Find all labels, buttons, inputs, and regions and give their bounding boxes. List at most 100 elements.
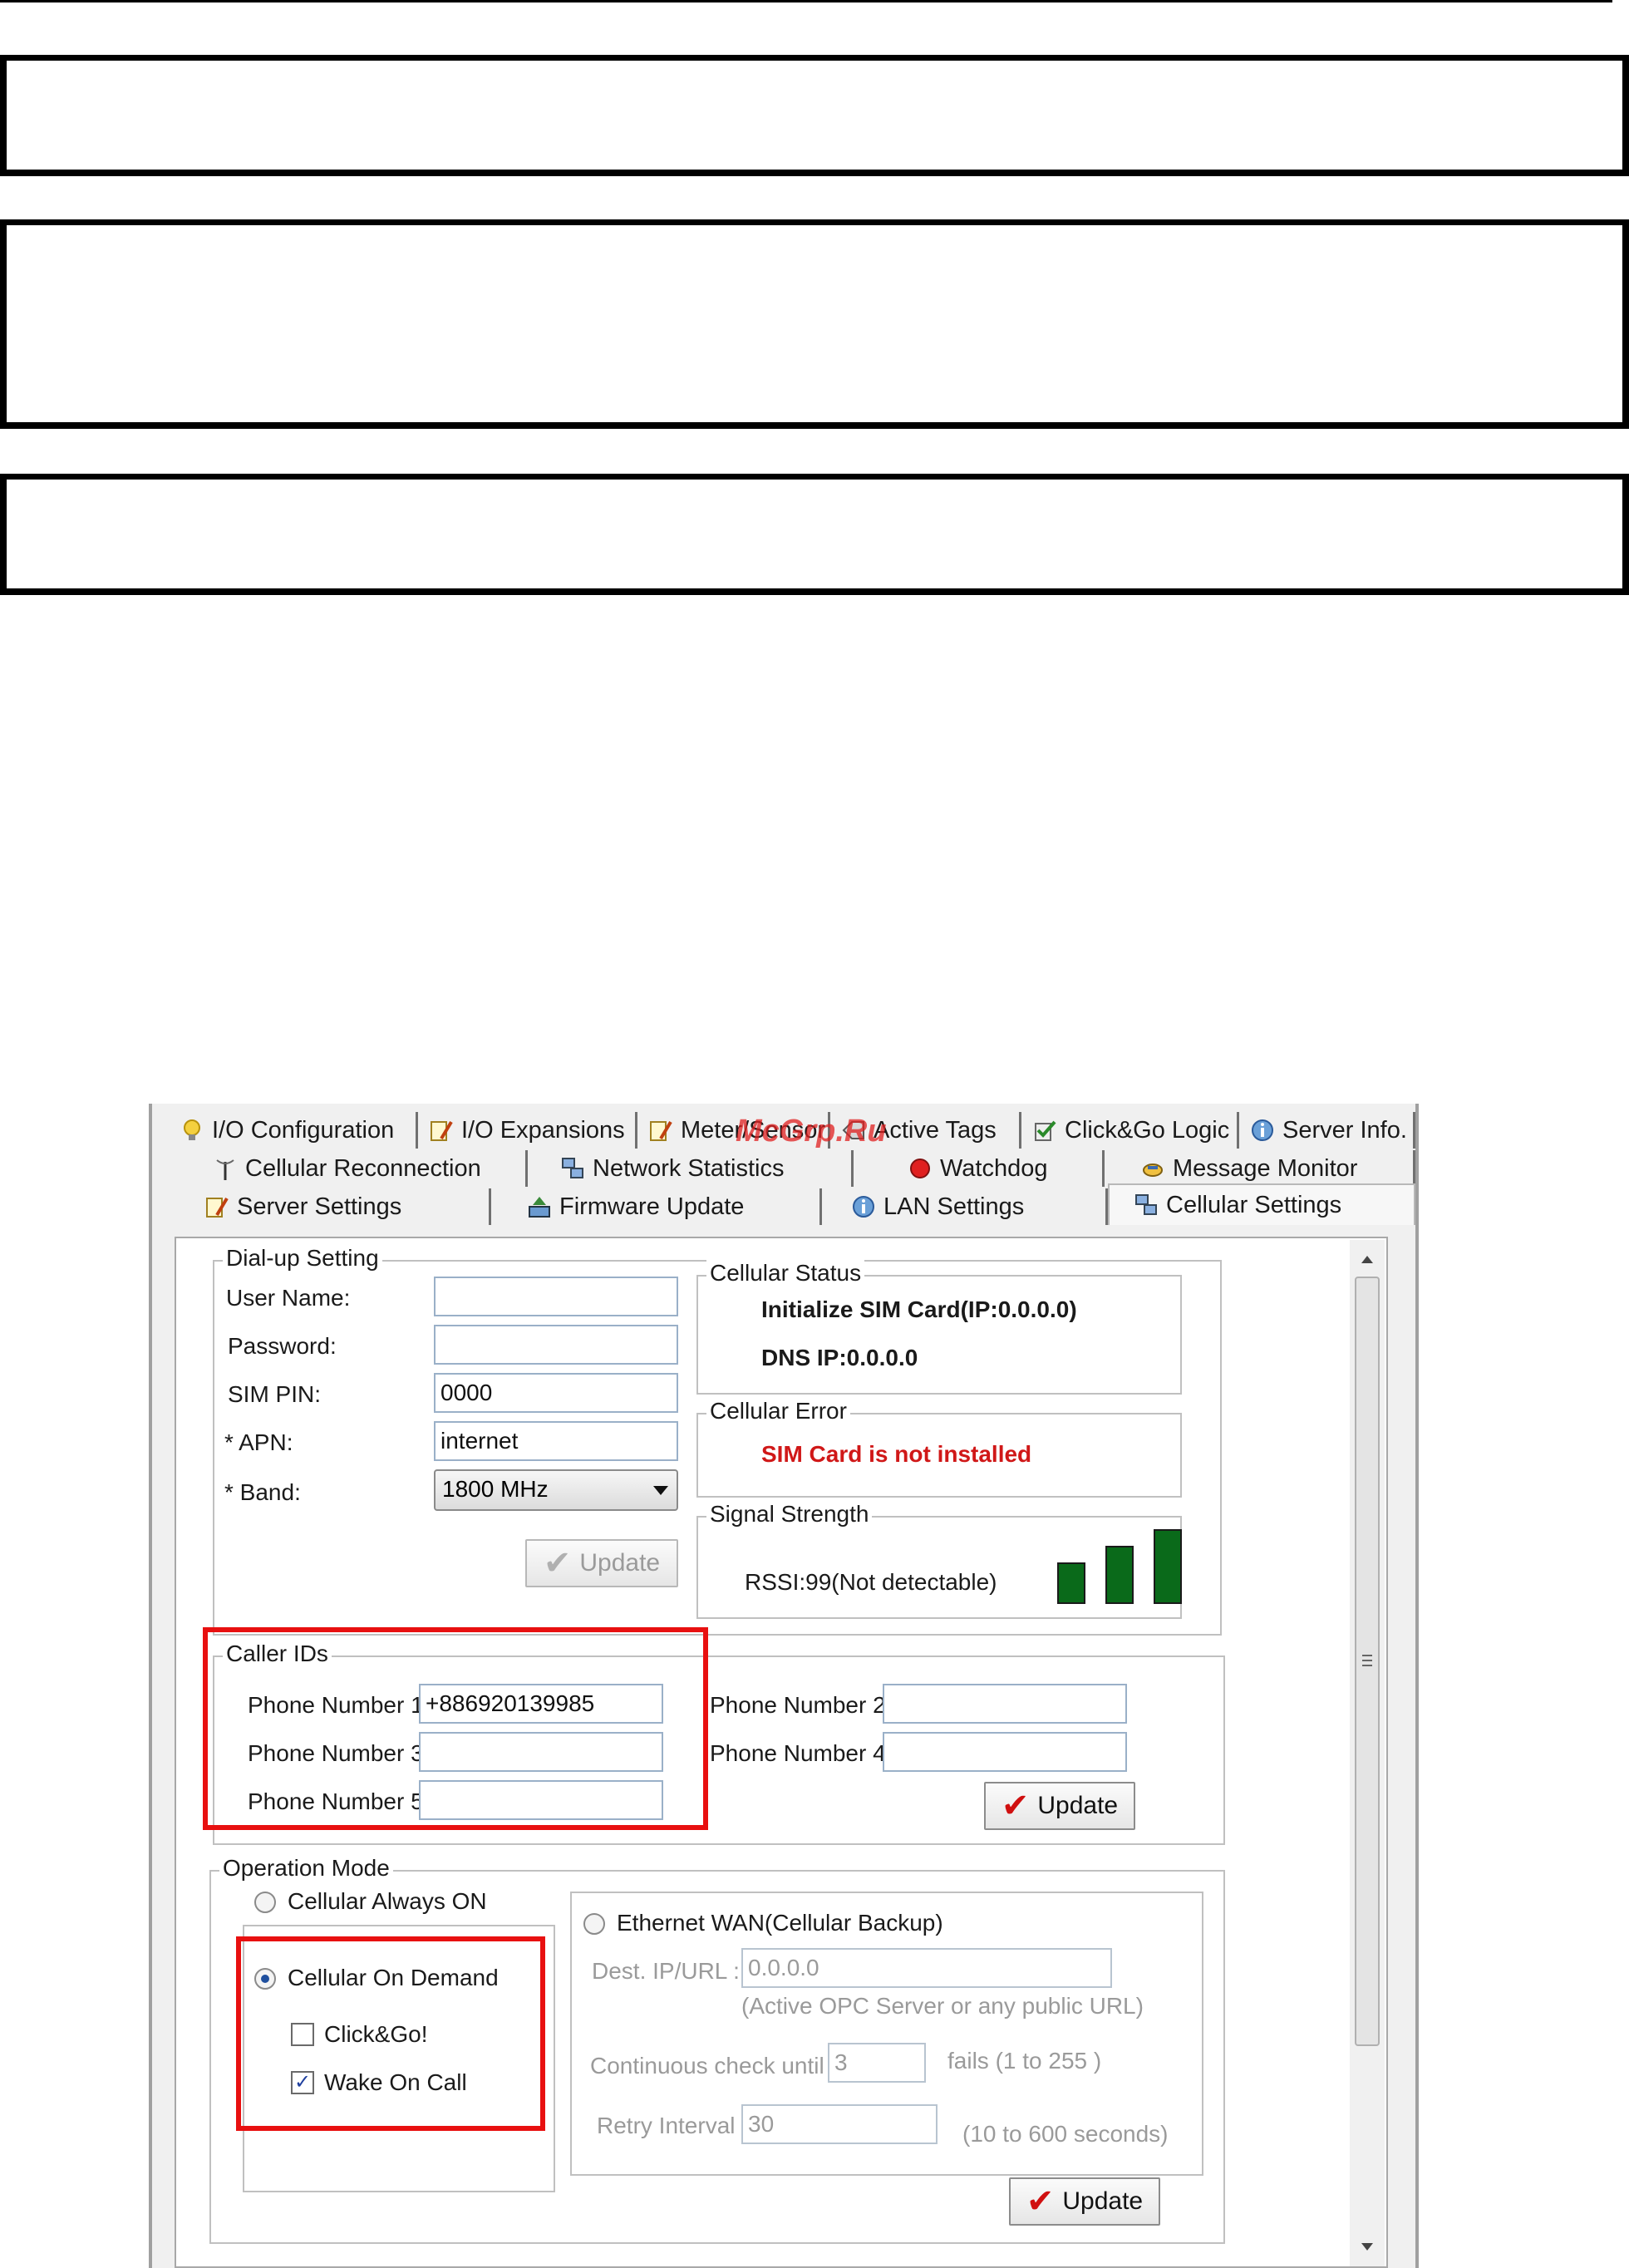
settings-window: I/O Configuration I/O Expansions Meter/S… [149, 1104, 1419, 2268]
tag-icon [842, 1119, 865, 1142]
note-box-2 [0, 219, 1629, 429]
lightbulb-icon [180, 1119, 204, 1142]
tab-label: Meter/Sensor [681, 1116, 826, 1144]
monitor-icon [1141, 1157, 1164, 1180]
tab-io-expansions[interactable]: I/O Expansions [418, 1112, 637, 1149]
tab-label: Server Info. [1282, 1116, 1407, 1144]
checkmark-icon: ✔ [1026, 2183, 1055, 2220]
network-icon [561, 1157, 584, 1180]
tab-watchdog[interactable]: Watchdog [854, 1150, 1105, 1187]
phone4-input[interactable] [883, 1732, 1127, 1772]
tab-active-tags[interactable]: Active Tags [830, 1112, 1021, 1149]
user-name-input[interactable] [434, 1277, 678, 1316]
tab-row-1: I/O Configuration I/O Expansions Meter/S… [152, 1112, 1415, 1149]
group-title: Cellular Status [706, 1260, 865, 1287]
retry-label: Retry Interval : [597, 2113, 749, 2138]
ethernet-wan-label: Ethernet WAN(Cellular Backup) [617, 1910, 943, 1936]
group-title: Signal Strength [706, 1501, 873, 1528]
continuous-input[interactable] [828, 2043, 926, 2083]
dest-hint: (Active OPC Server or any public URL) [741, 1993, 1144, 2019]
signal-bar [1105, 1546, 1134, 1604]
vertical-scrollbar[interactable] [1350, 1240, 1385, 2266]
tab-meter-sensor[interactable]: Meter/Sensor [637, 1112, 830, 1149]
user-name-label: User Name: [226, 1285, 351, 1311]
continuous-label: Continuous check until : [590, 2053, 838, 2079]
chevron-down-icon [653, 1486, 668, 1495]
tab-io-configuration[interactable]: I/O Configuration [169, 1112, 418, 1149]
ethernet-wan-radio[interactable] [583, 1913, 605, 1935]
tab-label: Click&Go Logic [1065, 1116, 1230, 1144]
signal-bar [1057, 1562, 1085, 1604]
status-line-dns: DNS IP:0.0.0.0 [761, 1345, 918, 1370]
group-title: Operation Mode [219, 1855, 393, 1882]
scroll-up-icon[interactable] [1350, 1243, 1385, 1273]
phone4-label: Phone Number 4: [710, 1740, 893, 1766]
tab-row-3: Server Settings Firmware Update LAN Sett… [152, 1183, 1415, 1225]
note-box-3 [0, 474, 1629, 595]
button-label: Update [1062, 2187, 1144, 2215]
watchdog-icon [908, 1157, 932, 1180]
always-on-label: Cellular Always ON [288, 1888, 487, 1914]
tab-label: I/O Configuration [212, 1116, 395, 1144]
tab-message-monitor[interactable]: Message Monitor [1105, 1150, 1415, 1187]
tab-server-settings[interactable]: Server Settings [194, 1188, 491, 1225]
on-demand-red-highlight [236, 1936, 545, 2131]
dest-label: Dest. IP/URL : [592, 1958, 740, 1984]
tab-label: LAN Settings [883, 1193, 1025, 1220]
dialup-update-button[interactable]: ✔ Update [525, 1539, 678, 1587]
caller-ids-update-button[interactable]: ✔ Update [984, 1782, 1135, 1830]
tab-click-go-logic[interactable]: Click&Go Logic [1021, 1112, 1239, 1149]
tab-label: Cellular Settings [1166, 1191, 1342, 1218]
phone2-input[interactable] [883, 1684, 1127, 1724]
apn-input[interactable] [434, 1421, 678, 1461]
tab-cellular-reconnection[interactable]: Cellular Reconnection [202, 1150, 528, 1187]
tab-server-info[interactable]: Server Info. [1239, 1112, 1415, 1149]
signal-bar [1154, 1529, 1182, 1604]
firmware-icon [528, 1195, 551, 1218]
scroll-down-icon[interactable] [1350, 2233, 1385, 2263]
retry-hint: (10 to 600 seconds) [962, 2121, 1169, 2147]
continuous-hint: fails (1 to 255 ) [947, 2048, 1102, 2074]
band-select[interactable]: 1800 MHz [434, 1469, 678, 1511]
dest-input[interactable] [741, 1948, 1112, 1988]
pencil-note-icon [649, 1119, 672, 1142]
checkmark-icon: ✔ [1001, 1788, 1030, 1824]
status-line-ip: Initialize SIM Card(IP:0.0.0.0) [761, 1296, 1077, 1322]
tab-firmware-update[interactable]: Firmware Update [491, 1188, 822, 1225]
band-label: * Band: [224, 1479, 301, 1505]
tab-label: Message Monitor [1173, 1154, 1358, 1182]
tab-label: Firmware Update [559, 1193, 745, 1220]
tab-cellular-settings[interactable]: Cellular Settings [1108, 1183, 1415, 1225]
password-input[interactable] [434, 1325, 678, 1365]
tab-label: Network Statistics [593, 1154, 785, 1182]
sim-pin-label: SIM PIN: [228, 1381, 322, 1407]
tab-label: I/O Expansions [461, 1116, 625, 1144]
info-icon [852, 1195, 875, 1218]
group-title: Dial-up Setting [223, 1245, 382, 1272]
operation-update-button[interactable]: ✔ Update [1009, 2177, 1160, 2226]
button-label: Update [1037, 1792, 1119, 1819]
retry-input[interactable] [741, 2104, 938, 2144]
cellular-settings-panel: Dial-up Setting User Name: Password: SIM… [175, 1237, 1388, 2268]
button-label: Update [579, 1549, 661, 1577]
caller-ids-red-highlight [203, 1627, 708, 1830]
apn-label: * APN: [224, 1429, 293, 1455]
tab-label: Active Tags [874, 1116, 997, 1144]
band-value: 1800 MHz [442, 1476, 549, 1502]
always-on-radio[interactable] [254, 1892, 276, 1913]
network-icon [1134, 1193, 1158, 1217]
checklist-icon [1033, 1119, 1056, 1142]
tab-row-2: Cellular Reconnection Network Statistics… [152, 1150, 1415, 1187]
password-label: Password: [228, 1333, 337, 1359]
tab-label: Server Settings [237, 1193, 402, 1220]
pencil-note-icon [205, 1195, 229, 1218]
sim-pin-input[interactable] [434, 1373, 678, 1413]
tab-lan-settings[interactable]: LAN Settings [822, 1188, 1108, 1225]
tab-network-statistics[interactable]: Network Statistics [528, 1150, 854, 1187]
cellular-status-group: Cellular Status [696, 1260, 1182, 1395]
checkmark-icon: ✔ [543, 1545, 572, 1582]
scrollbar-thumb[interactable] [1355, 1277, 1380, 2046]
group-title: Cellular Error [706, 1398, 850, 1424]
tab-label: Cellular Reconnection [245, 1154, 481, 1182]
antenna-icon [214, 1157, 237, 1180]
